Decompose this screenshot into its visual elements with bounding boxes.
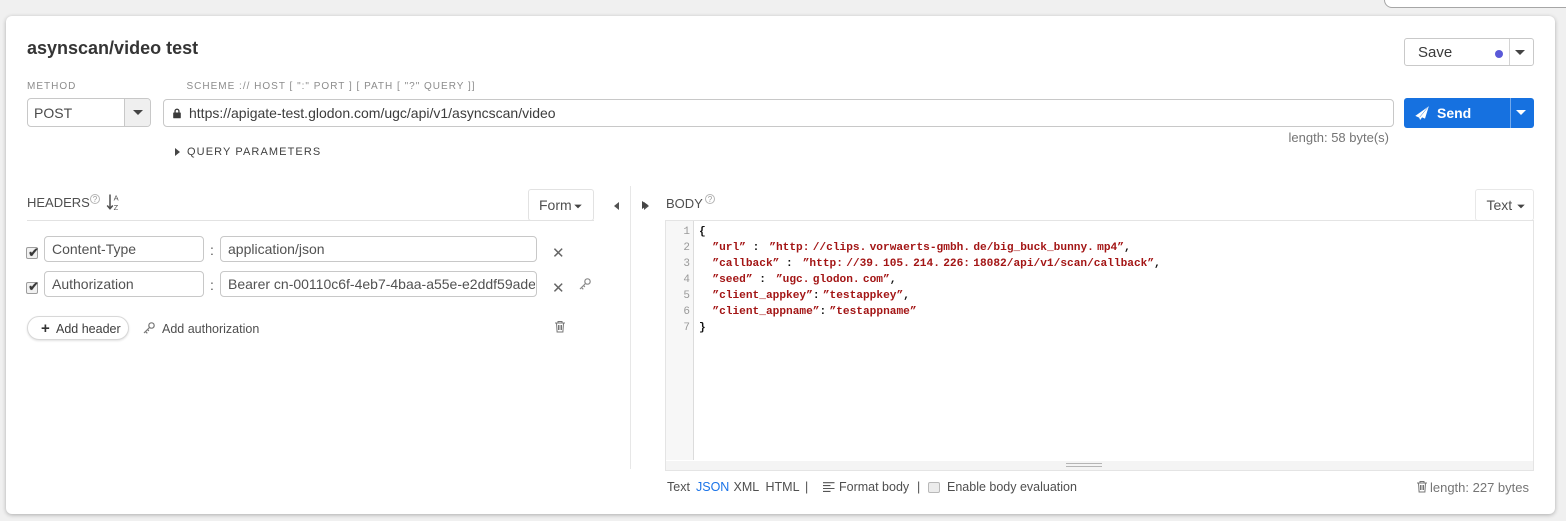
svg-text:Z: Z — [114, 203, 119, 211]
svg-text:A: A — [114, 193, 119, 202]
